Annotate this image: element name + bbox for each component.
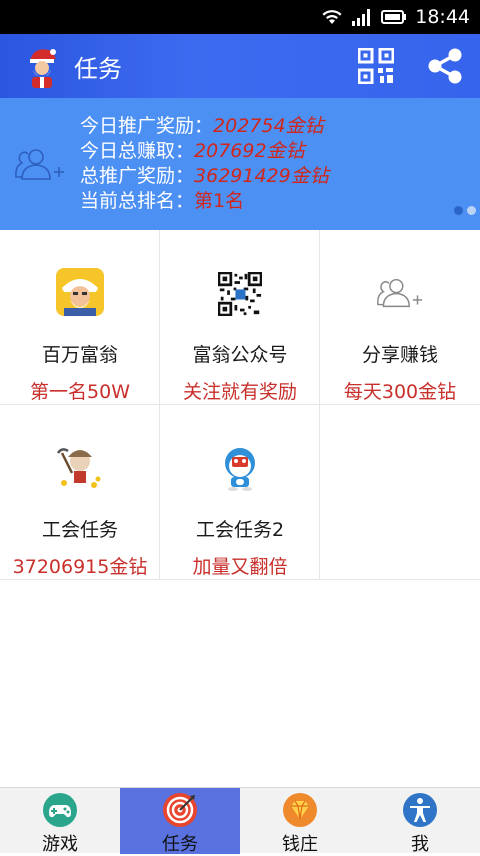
task-reward: 关注就有奖励 xyxy=(182,381,297,403)
stats-banner[interactable]: 今日推广奖励：202754金钻 今日总赚取：207692金钻 总推广奖励：362… xyxy=(0,98,480,230)
signal-icon xyxy=(352,9,371,26)
nav-item-games[interactable]: 游戏 xyxy=(0,788,120,855)
task-tile-share[interactable]: 分享赚钱 每天300金钻 xyxy=(320,230,480,405)
stat-label: 今日总赚取： xyxy=(80,140,195,162)
person-icon xyxy=(403,793,437,827)
gamepad-icon xyxy=(43,793,77,827)
diamond-icon xyxy=(283,793,317,827)
stat-today-earned: 今日总赚取：207692金钻 xyxy=(80,139,329,164)
stat-value: 207692金钻 xyxy=(194,140,305,162)
stat-rank: 当前总排名：第1名 xyxy=(80,189,329,214)
page-dot xyxy=(467,206,476,215)
nav-label: 钱庄 xyxy=(282,834,318,855)
nav-item-tasks[interactable]: 任务 xyxy=(120,788,240,855)
wifi-icon xyxy=(322,10,342,24)
bottom-nav: 游戏 任务 钱庄 我 xyxy=(0,787,480,855)
task-tile-tycoon[interactable]: 百万富翁 第一名50W xyxy=(0,230,160,405)
qr-scan-icon[interactable] xyxy=(358,48,394,84)
target-icon xyxy=(163,793,197,827)
task-reward: 第一名50W xyxy=(30,381,130,403)
page-dot-active xyxy=(454,206,463,215)
nav-item-me[interactable]: 我 xyxy=(360,788,480,855)
task-reward: 37206915金钻 xyxy=(12,556,148,578)
task-reward: 加量又翻倍 xyxy=(192,556,288,578)
task-tile-guild-2[interactable]: 工会任务2 加量又翻倍 xyxy=(160,405,320,580)
stat-label: 总推广奖励： xyxy=(80,165,195,187)
stat-value: 第1名 xyxy=(194,190,245,212)
clock: 18:44 xyxy=(415,6,470,28)
nav-label: 任务 xyxy=(162,834,198,855)
qr-code-icon xyxy=(218,272,262,316)
stat-today-promo: 今日推广奖励：202754金钻 xyxy=(80,114,329,139)
task-tile-guild[interactable]: 工会任务 37206915金钻 xyxy=(0,405,160,580)
nav-label: 游戏 xyxy=(42,834,78,855)
task-name: 百万富翁 xyxy=(41,344,118,366)
task-tile-official-account[interactable]: 富翁公众号 关注就有奖励 xyxy=(160,230,320,405)
task-name: 工会任务 xyxy=(41,519,118,541)
stat-value: 36291429金钻 xyxy=(194,165,329,187)
share-icon[interactable] xyxy=(426,47,464,85)
page-indicator xyxy=(454,206,476,215)
santa-avatar-icon[interactable] xyxy=(22,43,62,89)
add-user-icon xyxy=(377,278,423,308)
stat-value: 202754金钻 xyxy=(213,115,324,137)
task-reward: 每天300金钻 xyxy=(343,381,457,403)
task-name: 分享赚钱 xyxy=(361,344,438,366)
title-bar: 任务 xyxy=(0,34,480,98)
stat-total-promo: 总推广奖励：36291429金钻 xyxy=(80,164,329,189)
nav-item-bank[interactable]: 钱庄 xyxy=(240,788,360,855)
stat-label: 当前总排名： xyxy=(80,190,195,212)
page-title: 任务 xyxy=(74,54,122,83)
nav-label: 我 xyxy=(411,834,429,855)
status-bar: 18:44 xyxy=(0,0,480,34)
doraemon-icon xyxy=(225,448,255,491)
tycoon-icon xyxy=(56,268,104,316)
gold-miner-icon xyxy=(56,448,101,488)
task-name: 富翁公众号 xyxy=(192,344,288,366)
stats-list: 今日推广奖励：202754金钻 今日总赚取：207692金钻 总推广奖励：362… xyxy=(80,114,329,214)
add-user-icon xyxy=(15,149,64,180)
empty-tile xyxy=(320,405,480,580)
battery-icon xyxy=(381,10,407,24)
stat-label: 今日推广奖励： xyxy=(80,115,214,137)
task-name: 工会任务2 xyxy=(195,519,285,541)
